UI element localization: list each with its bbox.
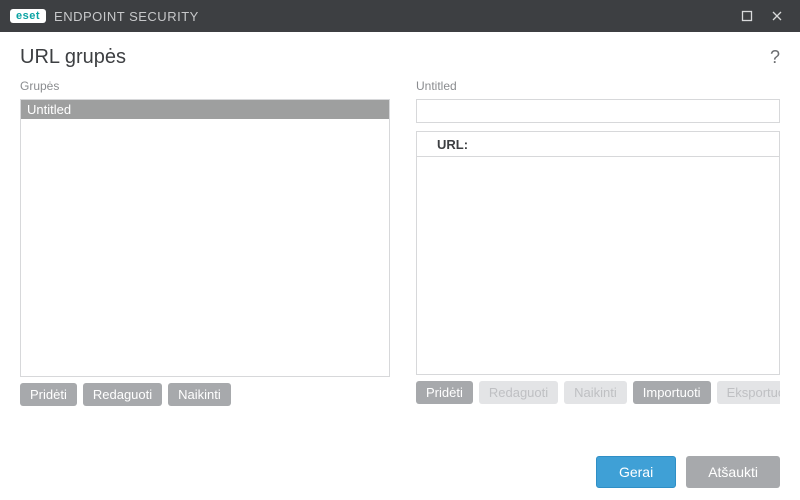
urls-add-button[interactable]: Pridėti <box>416 381 473 404</box>
titlebar: eset ENDPOINT SECURITY <box>0 0 800 32</box>
urls-edit-button: Redaguoti <box>479 381 558 404</box>
cancel-button[interactable]: Atšaukti <box>686 456 780 488</box>
page-title: URL grupės <box>20 46 126 69</box>
window-maximize-icon[interactable] <box>732 4 762 28</box>
list-item[interactable]: Untitled <box>21 100 389 119</box>
urls-label: Untitled <box>416 79 780 93</box>
groups-panel: Grupės Untitled Pridėti Redaguoti Naikin… <box>20 79 390 434</box>
groups-delete-button[interactable]: Naikinti <box>168 383 231 406</box>
window-close-icon[interactable] <box>762 4 792 28</box>
help-icon[interactable]: ? <box>770 47 780 68</box>
urls-column-header[interactable]: URL: <box>416 131 780 157</box>
groups-listbox[interactable]: Untitled <box>20 99 390 377</box>
urls-filter-input[interactable] <box>416 99 780 123</box>
urls-export-button: Eksportuoti <box>717 381 780 404</box>
brand-text: ENDPOINT SECURITY <box>54 9 199 24</box>
urls-panel: Untitled URL: Pridėti Redaguoti Naikinti… <box>416 79 780 434</box>
groups-add-button[interactable]: Pridėti <box>20 383 77 406</box>
brand-badge: eset <box>10 9 46 23</box>
groups-label: Grupės <box>20 79 390 93</box>
urls-delete-button: Naikinti <box>564 381 627 404</box>
urls-import-button[interactable]: Importuoti <box>633 381 711 404</box>
ok-button[interactable]: Gerai <box>596 456 676 488</box>
groups-edit-button[interactable]: Redaguoti <box>83 383 162 406</box>
urls-grid[interactable] <box>416 157 780 375</box>
